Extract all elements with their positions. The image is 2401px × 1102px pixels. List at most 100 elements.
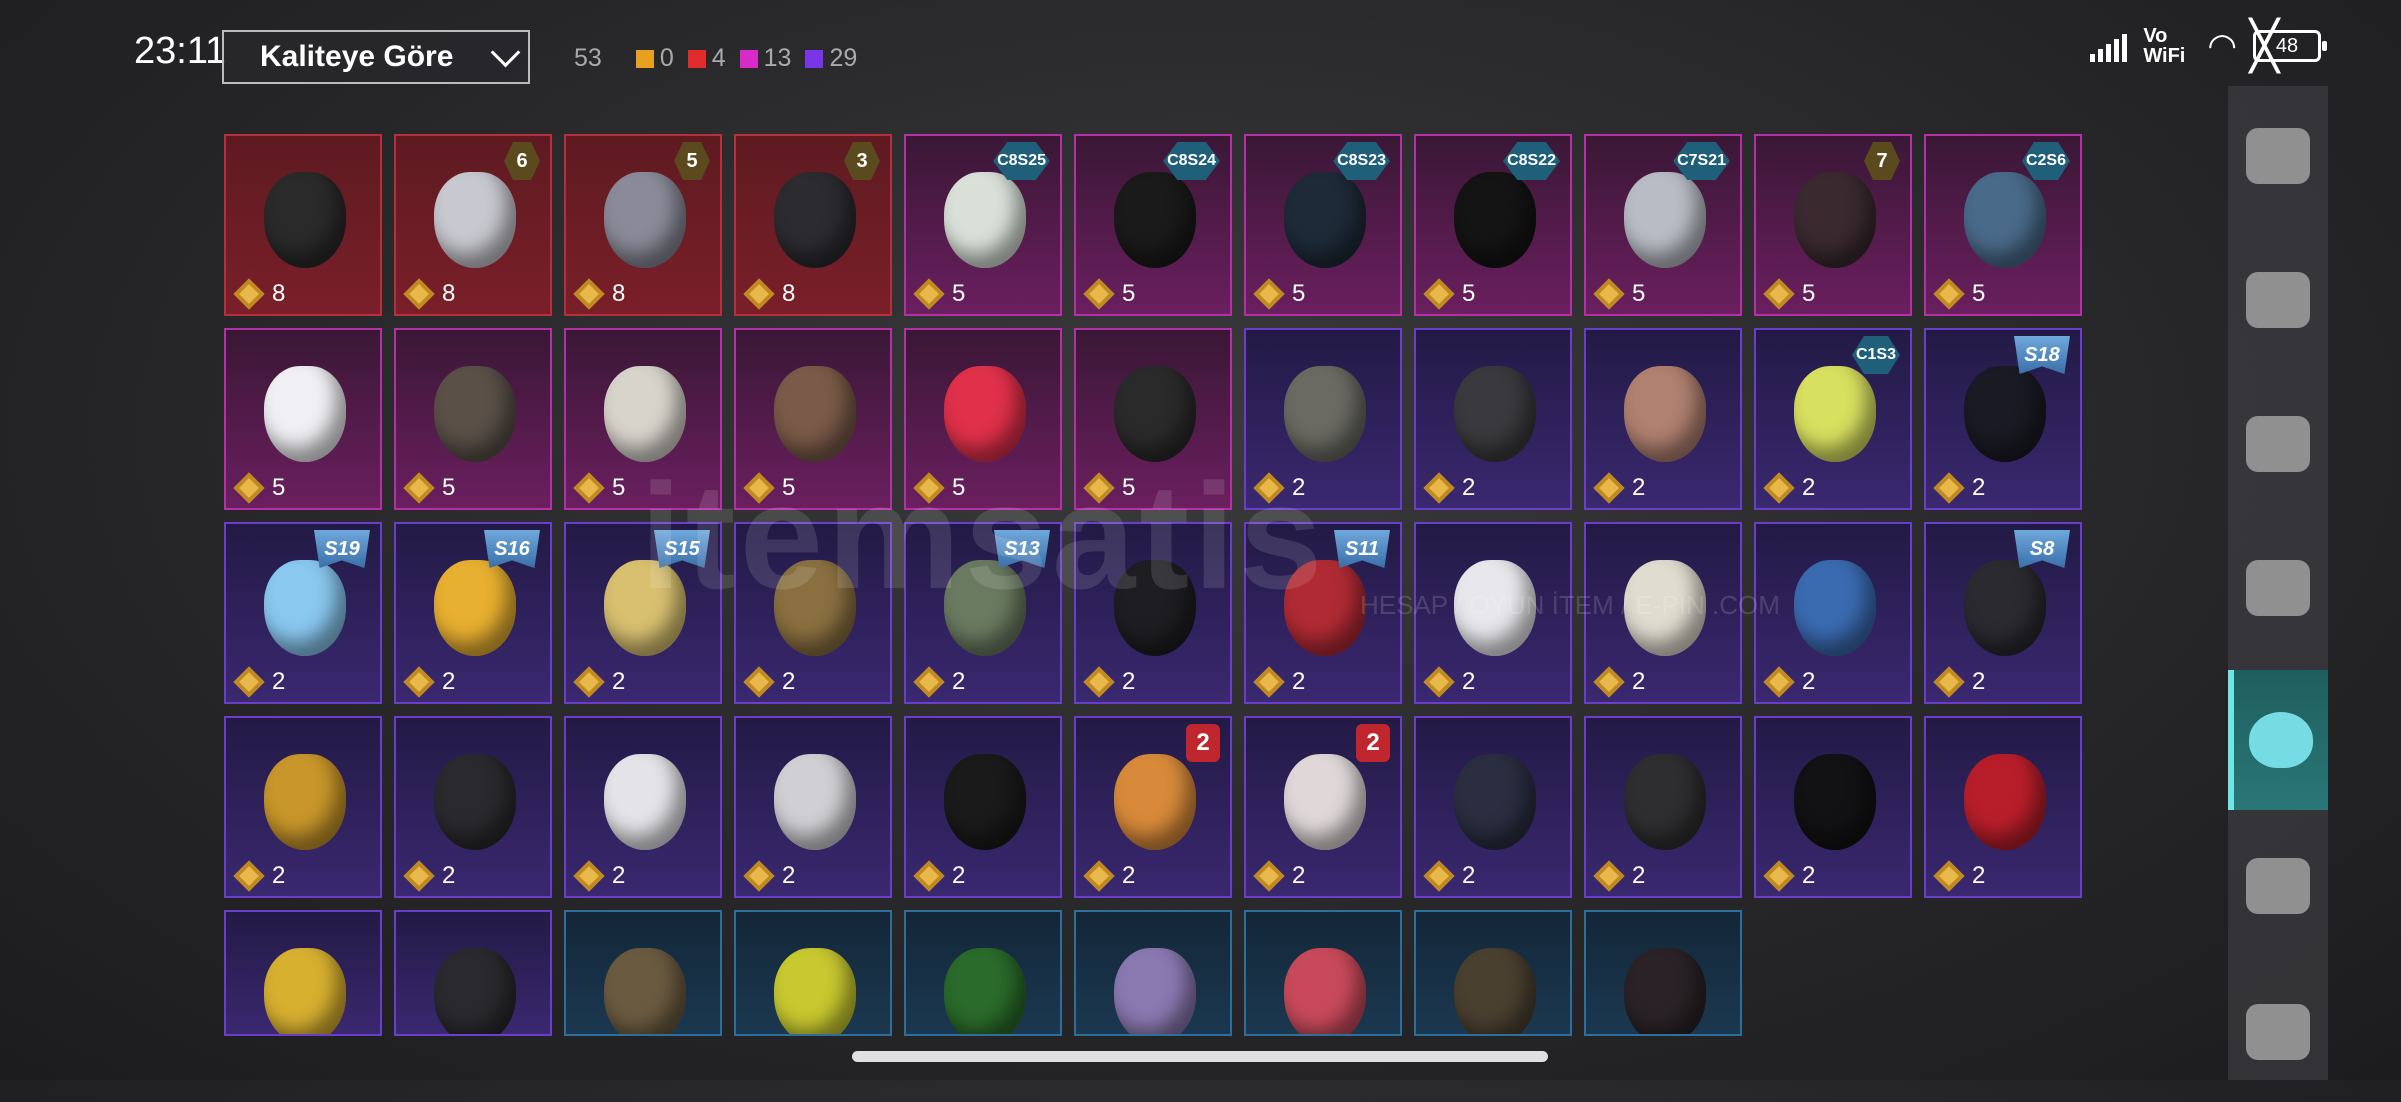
status-bar: Vo WiFi ◠ 48 ╳	[2090, 20, 2327, 73]
category-tab-glasses[interactable]	[2228, 518, 2328, 658]
inventory-item[interactable]	[224, 910, 382, 1036]
inventory-item[interactable]: C7S21 5	[1584, 134, 1742, 316]
item-badge: S8	[2014, 530, 2070, 568]
inventory-item[interactable]	[1074, 910, 1232, 1036]
inventory-item[interactable]: S16 2	[394, 522, 552, 704]
item-value-label: 2	[782, 862, 796, 889]
item-value: 2	[572, 666, 625, 698]
inventory-item[interactable]: 2	[1924, 716, 2082, 898]
clock: 23:11	[134, 30, 227, 72]
item-value: 8	[742, 278, 795, 310]
inventory-item[interactable]: 2	[904, 716, 1062, 898]
item-value: 2	[742, 860, 796, 892]
hockey-mask-icon	[1284, 366, 1366, 462]
home-indicator[interactable]	[852, 1051, 1548, 1062]
inventory-item[interactable]: S18 2	[1924, 328, 2082, 510]
neon-face-mask-icon	[1284, 172, 1366, 268]
item-value-label: 2	[1462, 862, 1476, 889]
item-value: 2	[1762, 666, 1815, 698]
item-value-label: 2	[1462, 668, 1476, 695]
diamond-icon	[1083, 666, 1115, 698]
item-value-label: 2	[1972, 862, 1986, 889]
item-value: 5	[1082, 278, 1136, 310]
inventory-item[interactable]: C8S24 5	[1074, 134, 1232, 316]
inventory-item[interactable]: C1S3 2	[1754, 328, 1912, 510]
item-value: 2	[1762, 860, 1815, 892]
inventory-item[interactable]: 58	[564, 134, 722, 316]
inventory-item[interactable]: 2	[224, 716, 382, 898]
inventory-item[interactable]: S19 2	[224, 522, 382, 704]
sort-dropdown[interactable]: Kaliteye Göre	[222, 30, 530, 84]
wire-mask-icon	[1794, 172, 1876, 268]
purple-theater-mask-icon	[1114, 948, 1196, 1034]
inventory-item[interactable]: 2	[1584, 716, 1742, 898]
diamond-icon	[403, 278, 435, 310]
inventory-item[interactable]: C8S25 5	[904, 134, 1062, 316]
teeth-mask-icon	[944, 754, 1026, 850]
item-badge: C2S6	[2021, 142, 2070, 180]
category-tab-helmet[interactable]	[2228, 230, 2328, 370]
inventory-item[interactable]: 2	[1754, 716, 1912, 898]
item-value-label: 5	[952, 280, 966, 307]
book-mask-icon	[944, 172, 1026, 268]
glasses-icon	[2246, 560, 2310, 616]
web-mask-icon	[944, 948, 1026, 1034]
bandana-icon	[1114, 366, 1196, 462]
inventory-item[interactable]: 22	[1244, 716, 1402, 898]
inventory-item[interactable]: C8S22 5	[1414, 134, 1572, 316]
inventory-item[interactable]: 2	[1414, 328, 1572, 510]
inventory-item[interactable]: C8S23 5	[1244, 134, 1402, 316]
category-tab-mask[interactable]	[2228, 670, 2328, 810]
inventory-item[interactable]: 2	[564, 716, 722, 898]
inventory-item[interactable]: 2	[394, 716, 552, 898]
inventory-item[interactable]: 2	[734, 716, 892, 898]
inventory-item[interactable]	[1414, 910, 1572, 1036]
inventory-item[interactable]	[1244, 910, 1402, 1036]
item-badge: S18	[2014, 336, 2070, 374]
inventory-item[interactable]	[734, 910, 892, 1036]
diamond-icon	[403, 860, 435, 892]
inventory-item[interactable]: 2	[1414, 716, 1572, 898]
inventory-item[interactable]: C2S6 5	[1924, 134, 2082, 316]
item-value: 2	[232, 860, 285, 892]
inventory-item[interactable]: 2	[1584, 328, 1742, 510]
bird-mask-icon	[774, 366, 856, 462]
clown-mask-icon	[264, 366, 346, 462]
inventory-item[interactable]: 5	[394, 328, 552, 510]
diamond-icon	[233, 860, 265, 892]
inventory-item[interactable]: 38	[734, 134, 892, 316]
item-badge: 3	[844, 142, 880, 180]
dark-respirator-icon	[1624, 948, 1706, 1034]
item-value-label: 2	[612, 862, 626, 889]
inventory-item[interactable]: 8	[224, 134, 382, 316]
watermark-sub: HESAP / OYUN İTEM / E-PIN .COM	[1360, 590, 1780, 620]
diamond-icon	[233, 472, 265, 504]
item-value: 5	[1592, 278, 1645, 310]
purple-square-icon	[805, 49, 824, 68]
item-value-label: 5	[1122, 280, 1136, 307]
item-value-label: 5	[612, 474, 626, 501]
inventory-item[interactable]	[564, 910, 722, 1036]
item-badge: 2	[1186, 724, 1220, 762]
inventory-item[interactable]: 22	[1074, 716, 1232, 898]
category-tab-outfit[interactable]	[2228, 86, 2328, 226]
category-tab-cap[interactable]	[2228, 374, 2328, 514]
category-tab-jacket[interactable]	[2228, 816, 2328, 956]
gas-mask-icon	[604, 172, 686, 268]
item-value-label: 2	[1122, 668, 1136, 695]
gold-square-icon	[635, 49, 654, 68]
count-red: 4	[687, 44, 726, 73]
plague-doctor-mask-icon	[434, 172, 516, 268]
inventory-item[interactable]: S8 2	[1924, 522, 2082, 704]
inventory-item[interactable]	[394, 910, 552, 1036]
item-badge: C1S3	[1851, 336, 1900, 374]
inventory-item[interactable]: 68	[394, 134, 552, 316]
camo-mask-icon	[1964, 172, 2046, 268]
inventory-item[interactable]: 75	[1754, 134, 1912, 316]
outfit-icon	[2246, 128, 2310, 184]
inventory-item[interactable]: 5	[224, 328, 382, 510]
category-tab-backpack[interactable]	[2228, 962, 2328, 1102]
inventory-item[interactable]	[1584, 910, 1742, 1036]
red-eye-visor-icon	[1454, 366, 1536, 462]
inventory-item[interactable]	[904, 910, 1062, 1036]
